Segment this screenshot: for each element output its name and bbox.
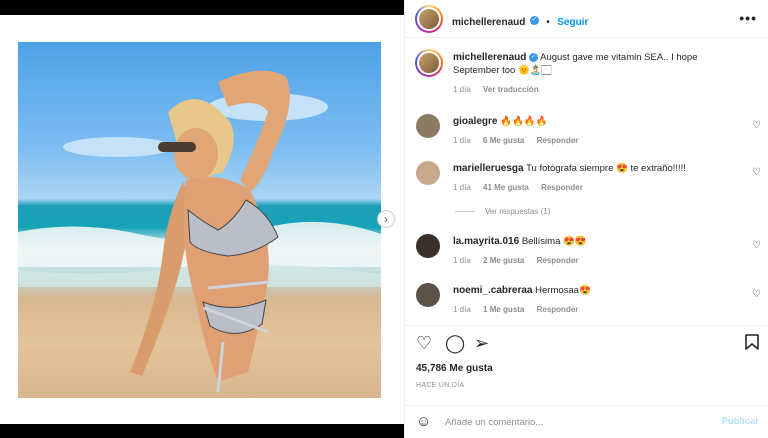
top-black-bar — [0, 0, 404, 15]
post-side-panel: michellerenaud ✓ • Seguir ••• michellere… — [404, 0, 768, 438]
commenter-avatar[interactable] — [416, 161, 440, 185]
comment-text: Bellísima 😍😍 — [521, 236, 587, 247]
comment-username[interactable]: la.mayrita.016 — [453, 236, 519, 247]
comment-age: 1 día — [453, 256, 471, 265]
person-figure — [130, 70, 290, 393]
comment-likes[interactable]: 6 Me gusta — [483, 136, 524, 145]
reply-button[interactable]: Responder — [537, 305, 579, 314]
beach-illustration — [18, 70, 381, 393]
bookmark-icon[interactable] — [745, 334, 759, 353]
comment-like-heart-icon[interactable]: ♡ — [752, 240, 761, 251]
comment-like-heart-icon[interactable]: ♡ — [752, 120, 761, 131]
view-replies-link[interactable]: Ver respuestas (1) — [455, 207, 550, 216]
commenter-avatar[interactable] — [416, 114, 440, 138]
commenter-avatar[interactable] — [416, 283, 440, 307]
add-comment-bar: ☺ Publicar — [405, 405, 768, 438]
share-icon[interactable]: ➢ — [474, 334, 489, 352]
emoji-icon[interactable]: ☺ — [416, 414, 431, 429]
reply-button[interactable]: Responder — [537, 256, 579, 265]
comment-username[interactable]: noemi_.cabreraa — [453, 285, 533, 296]
bottom-black-bar — [0, 424, 404, 438]
comment-age: 1 día — [453, 136, 471, 145]
replies-divider — [455, 211, 475, 213]
comment-age: 1 día — [453, 305, 471, 314]
more-options-icon[interactable]: ••• — [739, 10, 757, 26]
reply-button[interactable]: Responder — [541, 183, 583, 192]
comment-icon[interactable]: ◯ — [445, 334, 465, 352]
view-replies-label[interactable]: Ver respuestas (1) — [485, 207, 550, 216]
media-pane: › — [0, 15, 404, 424]
comment-text: 🔥🔥🔥🔥 — [500, 116, 548, 127]
post-photo — [18, 42, 381, 398]
comment-likes[interactable]: 1 Me gusta — [483, 305, 524, 314]
verified-icon: ✓ — [529, 52, 538, 62]
caption-age: 1 día — [453, 85, 471, 94]
post-time: HACE UN DÍA — [416, 382, 465, 389]
comment-age: 1 día — [453, 183, 471, 192]
likes-count[interactable]: 45,786 Me gusta — [416, 363, 493, 374]
comment-like-heart-icon[interactable]: ♡ — [752, 167, 761, 178]
commenter-avatar[interactable] — [416, 234, 440, 258]
author-username[interactable]: michellerenaud — [452, 17, 525, 28]
comment-like-heart-icon[interactable]: ♡ — [752, 289, 761, 300]
author-avatar[interactable] — [415, 5, 443, 33]
next-photo-button[interactable]: › — [377, 210, 395, 228]
comment-username[interactable]: gioalegre — [453, 116, 497, 127]
caption-username[interactable]: michellerenaud — [453, 52, 526, 63]
publish-button[interactable]: Publicar — [722, 416, 760, 427]
comment-input[interactable] — [445, 414, 705, 430]
comment-likes[interactable]: 2 Me gusta — [483, 256, 524, 265]
caption-avatar[interactable] — [415, 49, 443, 77]
see-translation-link[interactable]: Ver traducción — [483, 85, 539, 94]
reply-button[interactable]: Responder — [537, 136, 579, 145]
comment-text: Hermosaa😍 — [535, 285, 591, 296]
heart-icon[interactable]: ♡ — [416, 334, 432, 352]
comment-username[interactable]: marielleruesga — [453, 163, 524, 174]
comments-list: michellerenaud ✓ August gave me vitamin … — [405, 39, 768, 325]
post-actions: ♡ ◯ ➢ 45,786 Me gusta HACE UN DÍA — [405, 325, 768, 405]
comment-text: Tu fotógrafa siempre 😍 te extraño!!!!! — [526, 163, 686, 174]
follow-button[interactable]: Seguir — [557, 17, 588, 28]
verified-icon: ✓ — [529, 16, 539, 26]
comment-likes[interactable]: 41 Me gusta — [483, 183, 529, 192]
post-header: michellerenaud ✓ • Seguir ••• — [405, 0, 768, 38]
